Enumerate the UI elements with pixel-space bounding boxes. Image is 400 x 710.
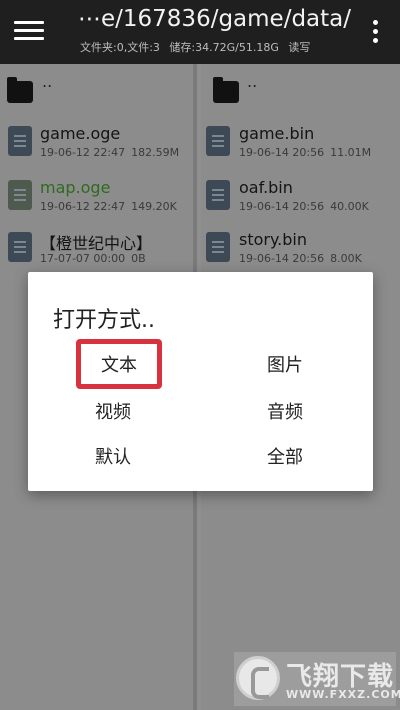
- file-meta: 17-07-07 00:00 0B: [40, 252, 152, 265]
- file-row[interactable]: oaf.bin 19-06-14 20:56 40.00K: [201, 170, 400, 222]
- file-name: oaf.bin: [239, 178, 293, 197]
- folder-icon: [213, 76, 241, 106]
- parent-folder-row[interactable]: ..: [201, 66, 400, 118]
- parent-folder-label: ..: [42, 72, 53, 91]
- file-name: game.bin: [239, 124, 315, 143]
- file-row[interactable]: story.bin 19-06-14 20:56 8.00K: [201, 222, 400, 274]
- open-with-dialog: 打开方式.. 文本 图片 视频 音频 默认 全部: [28, 272, 373, 491]
- open-as-image-option[interactable]: 图片: [245, 344, 325, 384]
- file-meta: 19-06-14 20:56 11.01M: [239, 146, 377, 159]
- file-size: 8.00K: [330, 252, 362, 265]
- open-as-audio-option[interactable]: 音频: [245, 391, 325, 431]
- file-row[interactable]: 【橙世纪中心】 17-07-07 00:00 0B: [0, 222, 193, 274]
- file-icon: [7, 232, 35, 262]
- parent-folder-row[interactable]: ..: [0, 66, 193, 118]
- storage-info: 储存:34.72G/51.18G: [169, 41, 279, 54]
- path-info: 文件夹:0,文件:3 储存:34.72G/51.18G 读写: [80, 39, 316, 55]
- file-date: 19-06-12 22:47: [40, 146, 126, 159]
- folder-icon: [7, 76, 35, 106]
- open-all-option[interactable]: 全部: [245, 436, 325, 476]
- file-size: 0B: [131, 252, 146, 265]
- file-name: map.oge: [40, 178, 111, 197]
- file-meta: 19-06-14 20:56 8.00K: [239, 252, 368, 265]
- file-row[interactable]: game.oge 19-06-12 22:47 182.59M: [0, 116, 193, 168]
- file-icon: [205, 232, 233, 262]
- file-date: 19-06-14 20:56: [239, 146, 325, 159]
- file-icon: [205, 126, 233, 156]
- file-date: 17-07-07 00:00: [40, 252, 126, 265]
- file-meta: 19-06-12 22:47 149.20K: [40, 200, 183, 213]
- open-as-text-option[interactable]: 文本: [76, 339, 162, 389]
- file-size: 40.00K: [330, 200, 369, 213]
- file-size: 11.01M: [330, 146, 372, 159]
- dialog-title: 打开方式..: [53, 308, 155, 333]
- file-icon: [7, 180, 35, 210]
- open-as-video-option[interactable]: 视频: [73, 391, 153, 431]
- file-size: 149.20K: [131, 200, 177, 213]
- file-count: 文件夹:0,文件:3: [80, 41, 160, 54]
- file-row[interactable]: map.oge 19-06-12 22:47 149.20K: [0, 170, 193, 222]
- file-icon: [205, 180, 233, 210]
- parent-folder-label: ..: [247, 72, 258, 91]
- file-meta: 19-06-14 20:56 40.00K: [239, 200, 375, 213]
- menu-icon[interactable]: [14, 16, 44, 46]
- top-bar: ⋯e/167836/game/data/ 文件夹:0,文件:3 储存:34.72…: [0, 0, 400, 64]
- file-icon: [7, 126, 35, 156]
- file-size: 182.59M: [131, 146, 180, 159]
- file-name: story.bin: [239, 230, 307, 249]
- file-date: 19-06-14 20:56: [239, 200, 325, 213]
- current-path: ⋯e/167836/game/data/: [78, 6, 352, 32]
- more-options-icon[interactable]: [372, 20, 380, 46]
- watermark-logo-icon: [236, 656, 280, 700]
- watermark: 飞翔下载 WWW.FXXZ.COM: [234, 652, 400, 706]
- watermark-url: WWW.FXXZ.COM: [286, 688, 400, 701]
- file-date: 19-06-12 22:47: [40, 200, 126, 213]
- file-meta: 19-06-12 22:47 182.59M: [40, 146, 185, 159]
- access-mode: 读写: [288, 41, 311, 54]
- file-name: 【橙世纪中心】: [40, 234, 153, 253]
- file-name: game.oge: [40, 124, 121, 143]
- file-row[interactable]: game.bin 19-06-14 20:56 11.01M: [201, 116, 400, 168]
- open-default-option[interactable]: 默认: [73, 436, 153, 476]
- file-date: 19-06-14 20:56: [239, 252, 325, 265]
